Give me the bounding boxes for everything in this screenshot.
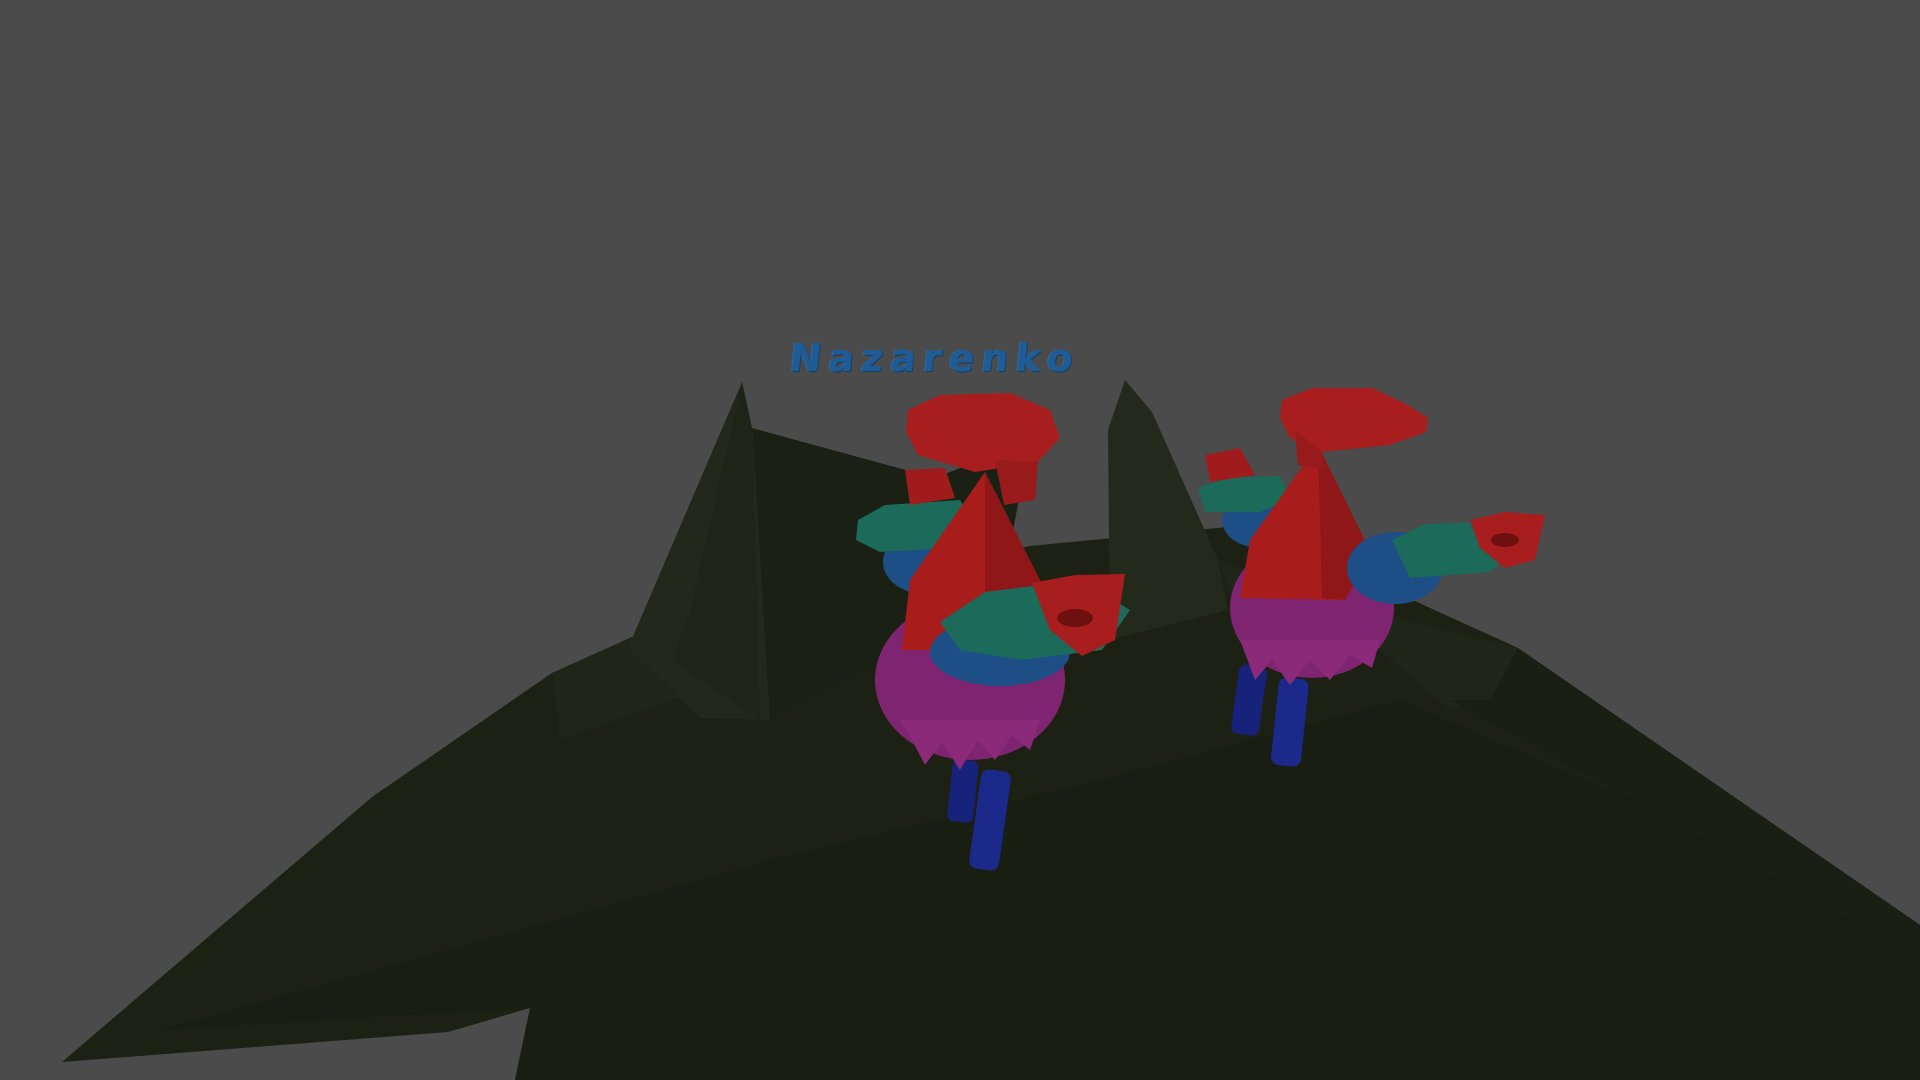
hand-front-hole	[1057, 609, 1093, 627]
game-viewport[interactable]: Nazarenko	[0, 0, 1920, 1080]
scene-canvas	[62, 380, 1920, 1080]
player-name-label: Nazarenko	[787, 336, 1083, 380]
hand-front-hole	[1491, 533, 1519, 547]
hat	[906, 393, 1060, 472]
hand-back	[1205, 448, 1255, 482]
